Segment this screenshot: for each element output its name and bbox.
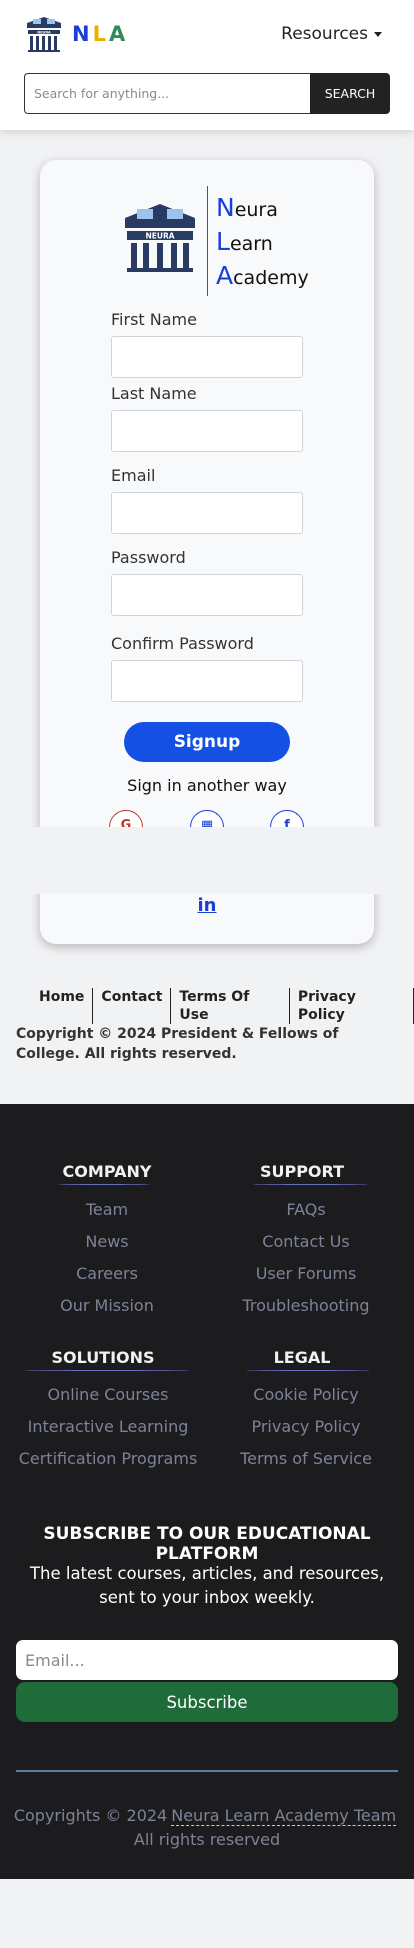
dark-footer-copyright: Copyrights © 2024 Neura Learn Academy Tea… — [0, 1804, 414, 1852]
solutions-underline — [24, 1370, 190, 1371]
dark-footer: COMPANY Team News Careers Our Mission SU… — [0, 1104, 414, 1879]
solutions-heading: SOLUTIONS — [51, 1348, 155, 1367]
confirm-password-field[interactable] — [111, 660, 303, 702]
legal-link-terms[interactable]: Terms of Service — [222, 1449, 390, 1468]
logo-divider — [207, 186, 208, 296]
footer-link-terms[interactable]: Terms Of Use — [171, 988, 290, 1024]
support-link-forums[interactable]: User Forums — [222, 1264, 390, 1283]
linkedin-link[interactable]: in — [40, 895, 374, 916]
company-link-team[interactable]: Team — [24, 1200, 190, 1219]
first-name-label: First Name — [111, 310, 197, 329]
search-bar: SEARCH — [24, 73, 390, 114]
caret-down-icon — [374, 31, 382, 37]
first-name-field[interactable] — [111, 336, 303, 378]
sign-in-another-way-text: Sign in another way — [127, 776, 287, 795]
copyright-text: Copyright © 2024 President & Fellows of … — [16, 1026, 339, 1062]
footer-divider — [16, 1770, 398, 1772]
resources-dropdown[interactable]: Resources — [281, 24, 382, 44]
legal-link-cookie[interactable]: Cookie Policy — [222, 1385, 390, 1404]
footer-link-contact[interactable]: Contact — [93, 988, 172, 1024]
team-link[interactable]: Neura Learn Academy Team — [171, 1806, 397, 1826]
brand-initial-a: A — [216, 261, 234, 290]
copyright-prefix: Copyrights © 2024 — [13, 1806, 168, 1825]
brand-word-learn: earn — [229, 233, 273, 255]
solutions-link-interactive[interactable]: Interactive Learning — [14, 1417, 202, 1436]
subscribe-heading: SUBSCRIBE TO OUR EDUCATIONAL PLATFORM — [43, 1524, 371, 1564]
company-link-news[interactable]: News — [24, 1232, 190, 1251]
legal-link-privacy[interactable]: Privacy Policy — [222, 1417, 390, 1436]
support-link-faqs[interactable]: FAQs — [222, 1200, 390, 1219]
company-heading: COMPANY — [62, 1162, 152, 1181]
svg-text:NEURA: NEURA — [37, 30, 51, 34]
footer-link-privacy[interactable]: Privacy Policy — [290, 988, 414, 1024]
brand-letter-n: N — [72, 22, 93, 46]
solutions-link-certification[interactable]: Certification Programs — [14, 1449, 202, 1468]
last-name-label: Last Name — [111, 384, 197, 403]
password-field[interactable] — [111, 574, 303, 616]
company-link-careers[interactable]: Careers — [24, 1264, 190, 1283]
support-underline — [252, 1184, 368, 1185]
email-label: Email — [111, 466, 156, 485]
brand-letter-l: L — [92, 22, 109, 46]
search-input[interactable] — [24, 73, 310, 114]
support-link-contact[interactable]: Contact Us — [222, 1232, 390, 1251]
card-brand-name: Neura Learn Academy — [216, 192, 309, 294]
svg-text:NEURA: NEURA — [145, 231, 174, 240]
brand-initial-l: L — [216, 227, 230, 256]
solutions-link-online-courses[interactable]: Online Courses — [14, 1385, 202, 1404]
academy-crest-icon: NEURA — [125, 204, 195, 272]
subscribe-email-input[interactable] — [16, 1640, 398, 1680]
content-overlay — [0, 827, 414, 894]
resources-label: Resources — [281, 24, 368, 44]
company-underline — [58, 1184, 150, 1185]
company-link-mission[interactable]: Our Mission — [24, 1296, 190, 1315]
brand-word-neura: eura — [234, 199, 278, 221]
signup-button[interactable]: Signup — [124, 722, 290, 762]
support-link-troubleshooting[interactable]: Troubleshooting — [222, 1296, 390, 1315]
brand-initial-n: N — [216, 193, 235, 222]
subscribe-description: The latest courses, articles, and resour… — [29, 1564, 385, 1607]
brand-word-academy: cademy — [233, 267, 309, 289]
footer-nav: Home Contact Terms Of Use Privacy Policy — [32, 988, 414, 1024]
legal-underline — [246, 1370, 370, 1371]
rights-reserved-text: All rights reserved — [133, 1830, 281, 1849]
site-header: NEURA NLA Resources SEARCH — [0, 0, 414, 130]
confirm-password-label: Confirm Password — [111, 634, 254, 653]
brand-letter-a: A — [108, 22, 129, 46]
email-field[interactable] — [111, 492, 303, 534]
password-label: Password — [111, 548, 186, 567]
support-heading: SUPPORT — [259, 1162, 345, 1181]
academy-logo-icon[interactable]: NEURA — [24, 14, 64, 54]
legal-heading: LEGAL — [273, 1348, 331, 1367]
last-name-field[interactable] — [111, 410, 303, 452]
search-button[interactable]: SEARCH — [310, 73, 390, 114]
brand-name[interactable]: NLA — [72, 22, 128, 46]
subscribe-button[interactable]: Subscribe — [16, 1682, 398, 1722]
footer-link-home[interactable]: Home — [32, 988, 94, 1024]
